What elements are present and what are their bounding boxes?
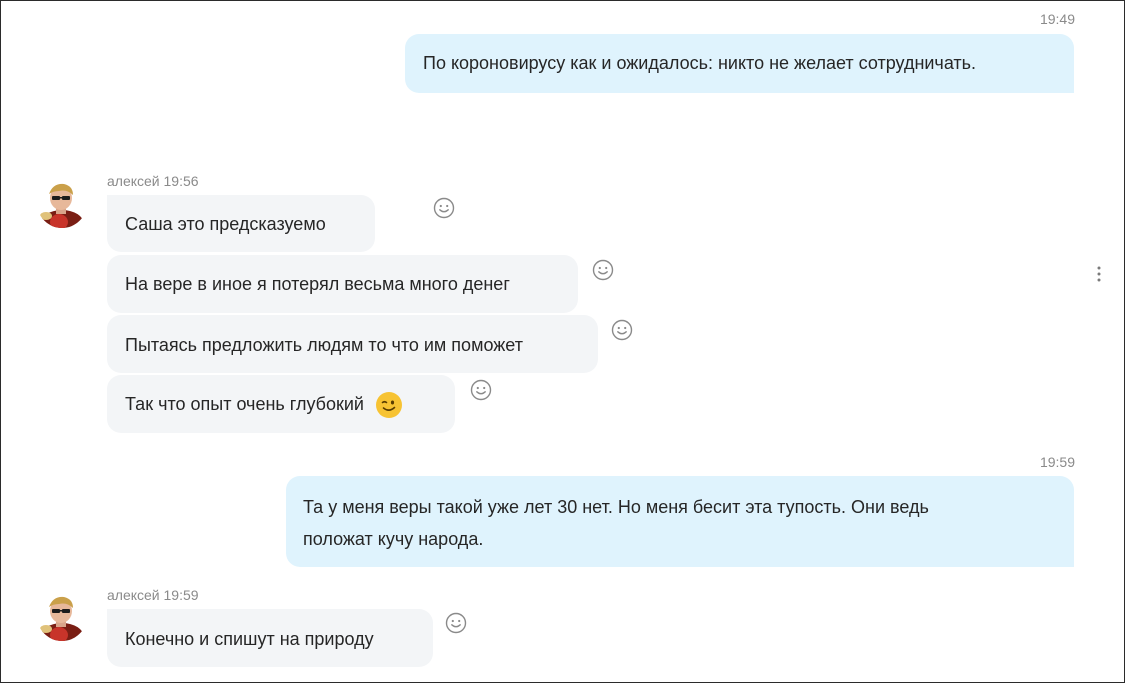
incoming-message[interactable]: Саша это предсказуемо bbox=[107, 195, 375, 252]
incoming-message[interactable]: На вере в иное я потерял весьма много де… bbox=[107, 255, 578, 313]
message-text: Саша это предсказуемо bbox=[125, 214, 326, 234]
incoming-message[interactable]: Так что опыт очень глубокий bbox=[107, 375, 455, 433]
smiley-reaction-icon[interactable] bbox=[470, 379, 492, 401]
outgoing-message[interactable]: По короновирусу как и ожидалось: никто н… bbox=[405, 34, 1074, 93]
sender-header: алексей 19:59 bbox=[107, 587, 199, 603]
message-timestamp: 19:59 bbox=[1039, 454, 1075, 470]
more-options-icon[interactable] bbox=[1094, 265, 1104, 283]
smiley-reaction-icon[interactable] bbox=[445, 612, 467, 634]
incoming-message[interactable]: Конечно и спишут на природу bbox=[107, 609, 433, 667]
chat-window: 19:49 По короновирусу как и ожидалось: н… bbox=[0, 0, 1125, 683]
message-text: Так что опыт очень глубокий bbox=[125, 394, 364, 414]
message-text: По короновирусу как и ожидалось: никто н… bbox=[423, 53, 977, 73]
sender-header: алексей 19:56 bbox=[107, 173, 199, 189]
message-text-line-2: положат кучу народа. bbox=[303, 529, 484, 549]
smiley-reaction-icon[interactable] bbox=[611, 319, 633, 341]
outgoing-message[interactable]: Та у меня веры такой уже лет 30 нет. Но … bbox=[286, 476, 1074, 567]
message-text: Пытаясь предложить людям то что им помож… bbox=[125, 335, 523, 355]
smiley-reaction-icon[interactable] bbox=[592, 259, 614, 281]
incoming-message[interactable]: Пытаясь предложить людям то что им помож… bbox=[107, 315, 598, 373]
message-text-line-1: Та у меня веры такой уже лет 30 нет. Но … bbox=[303, 497, 929, 517]
smiley-reaction-icon[interactable] bbox=[433, 197, 455, 219]
message-text: Конечно и спишут на природу bbox=[125, 629, 374, 649]
contact-avatar[interactable] bbox=[37, 178, 87, 228]
message-text: На вере в иное я потерял весьма много де… bbox=[125, 274, 510, 294]
wink-emoji-icon bbox=[375, 391, 403, 419]
contact-avatar[interactable] bbox=[37, 591, 87, 641]
message-timestamp: 19:49 bbox=[1039, 11, 1075, 27]
